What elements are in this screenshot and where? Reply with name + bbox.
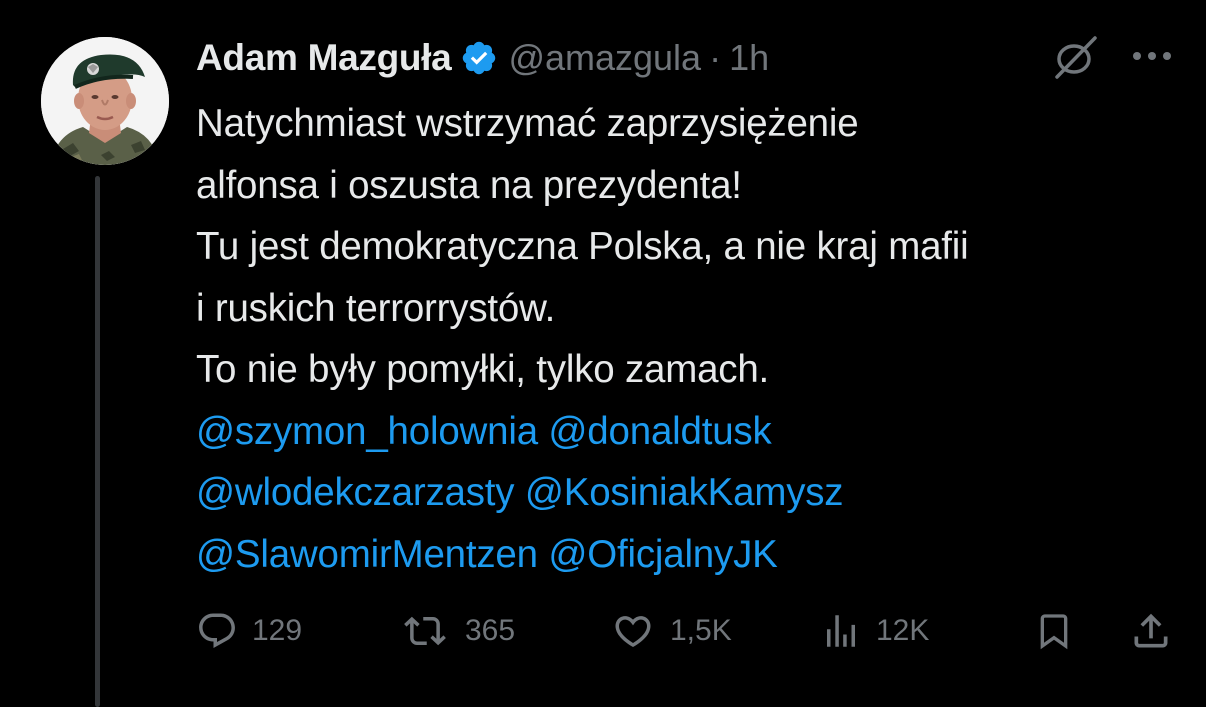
- author-handle[interactable]: @amazgula: [508, 37, 701, 79]
- like-icon: [615, 616, 651, 648]
- tweet-text-line: Natychmiast wstrzymać zaprzysiężenie: [196, 102, 859, 145]
- views-button[interactable]: 12K: [820, 606, 929, 656]
- reply-icon: [199, 613, 235, 648]
- reply-button[interactable]: 129: [196, 606, 302, 656]
- grok-icon[interactable]: [1052, 34, 1100, 80]
- mention-link[interactable]: @wlodekczarzasty: [196, 471, 515, 514]
- mention-link[interactable]: @KosiniakKamysz: [525, 471, 844, 514]
- tweet-text-line: i ruskich terrorrystów.: [196, 286, 556, 330]
- author-name[interactable]: Adam Mazguła: [196, 37, 452, 79]
- tweet-header: Adam Mazguła @amazgula · 1h: [196, 30, 769, 86]
- bookmark-icon: [1040, 614, 1068, 650]
- header-separator: ·: [709, 37, 722, 78]
- like-button[interactable]: 1,5K: [610, 606, 732, 656]
- avatar-image: [41, 37, 169, 165]
- tweet-text-line: Tu jest demokratyczna Polska, a nie kraj…: [196, 225, 969, 268]
- tweet-text-line: To nie były pomyłki, tylko zamach.: [196, 348, 770, 391]
- thread-line: [95, 176, 100, 707]
- bookmark-button[interactable]: [1034, 606, 1074, 656]
- tweet-timestamp[interactable]: 1h: [729, 37, 769, 79]
- mentions-line: @wlodekczarzasty @KosiniakKamysz: [196, 462, 1186, 524]
- mention-link[interactable]: @OficjalnyJK: [548, 533, 777, 576]
- repost-icon: [404, 616, 446, 646]
- mention-link[interactable]: @SlawomirMentzen: [196, 533, 538, 576]
- more-icon[interactable]: [1130, 49, 1174, 63]
- like-count: 1,5K: [670, 614, 732, 647]
- share-button[interactable]: [1129, 606, 1173, 656]
- action-bar: 129 365 1,5K 12K: [196, 606, 1176, 656]
- tweet-text: Natychmiast wstrzymać zaprzysiężenie alf…: [196, 93, 1186, 585]
- verified-badge-icon: [463, 41, 496, 75]
- share-icon: [1134, 613, 1168, 648]
- views-icon: [827, 615, 855, 647]
- mentions-line: @szymon_holownia @donaldtusk: [196, 401, 1186, 463]
- mention-link[interactable]: @donaldtusk: [548, 410, 771, 453]
- repost-count: 365: [465, 614, 516, 647]
- avatar[interactable]: [41, 37, 169, 165]
- mention-link[interactable]: @szymon_holownia: [196, 410, 538, 453]
- mentions-line: @SlawomirMentzen @OficjalnyJK: [196, 524, 1186, 586]
- reply-count: 129: [252, 614, 303, 647]
- repost-button[interactable]: 365: [399, 606, 515, 656]
- views-count: 12K: [876, 614, 930, 647]
- tweet-text-line: alfonsa i oszusta na prezydenta!: [196, 163, 742, 207]
